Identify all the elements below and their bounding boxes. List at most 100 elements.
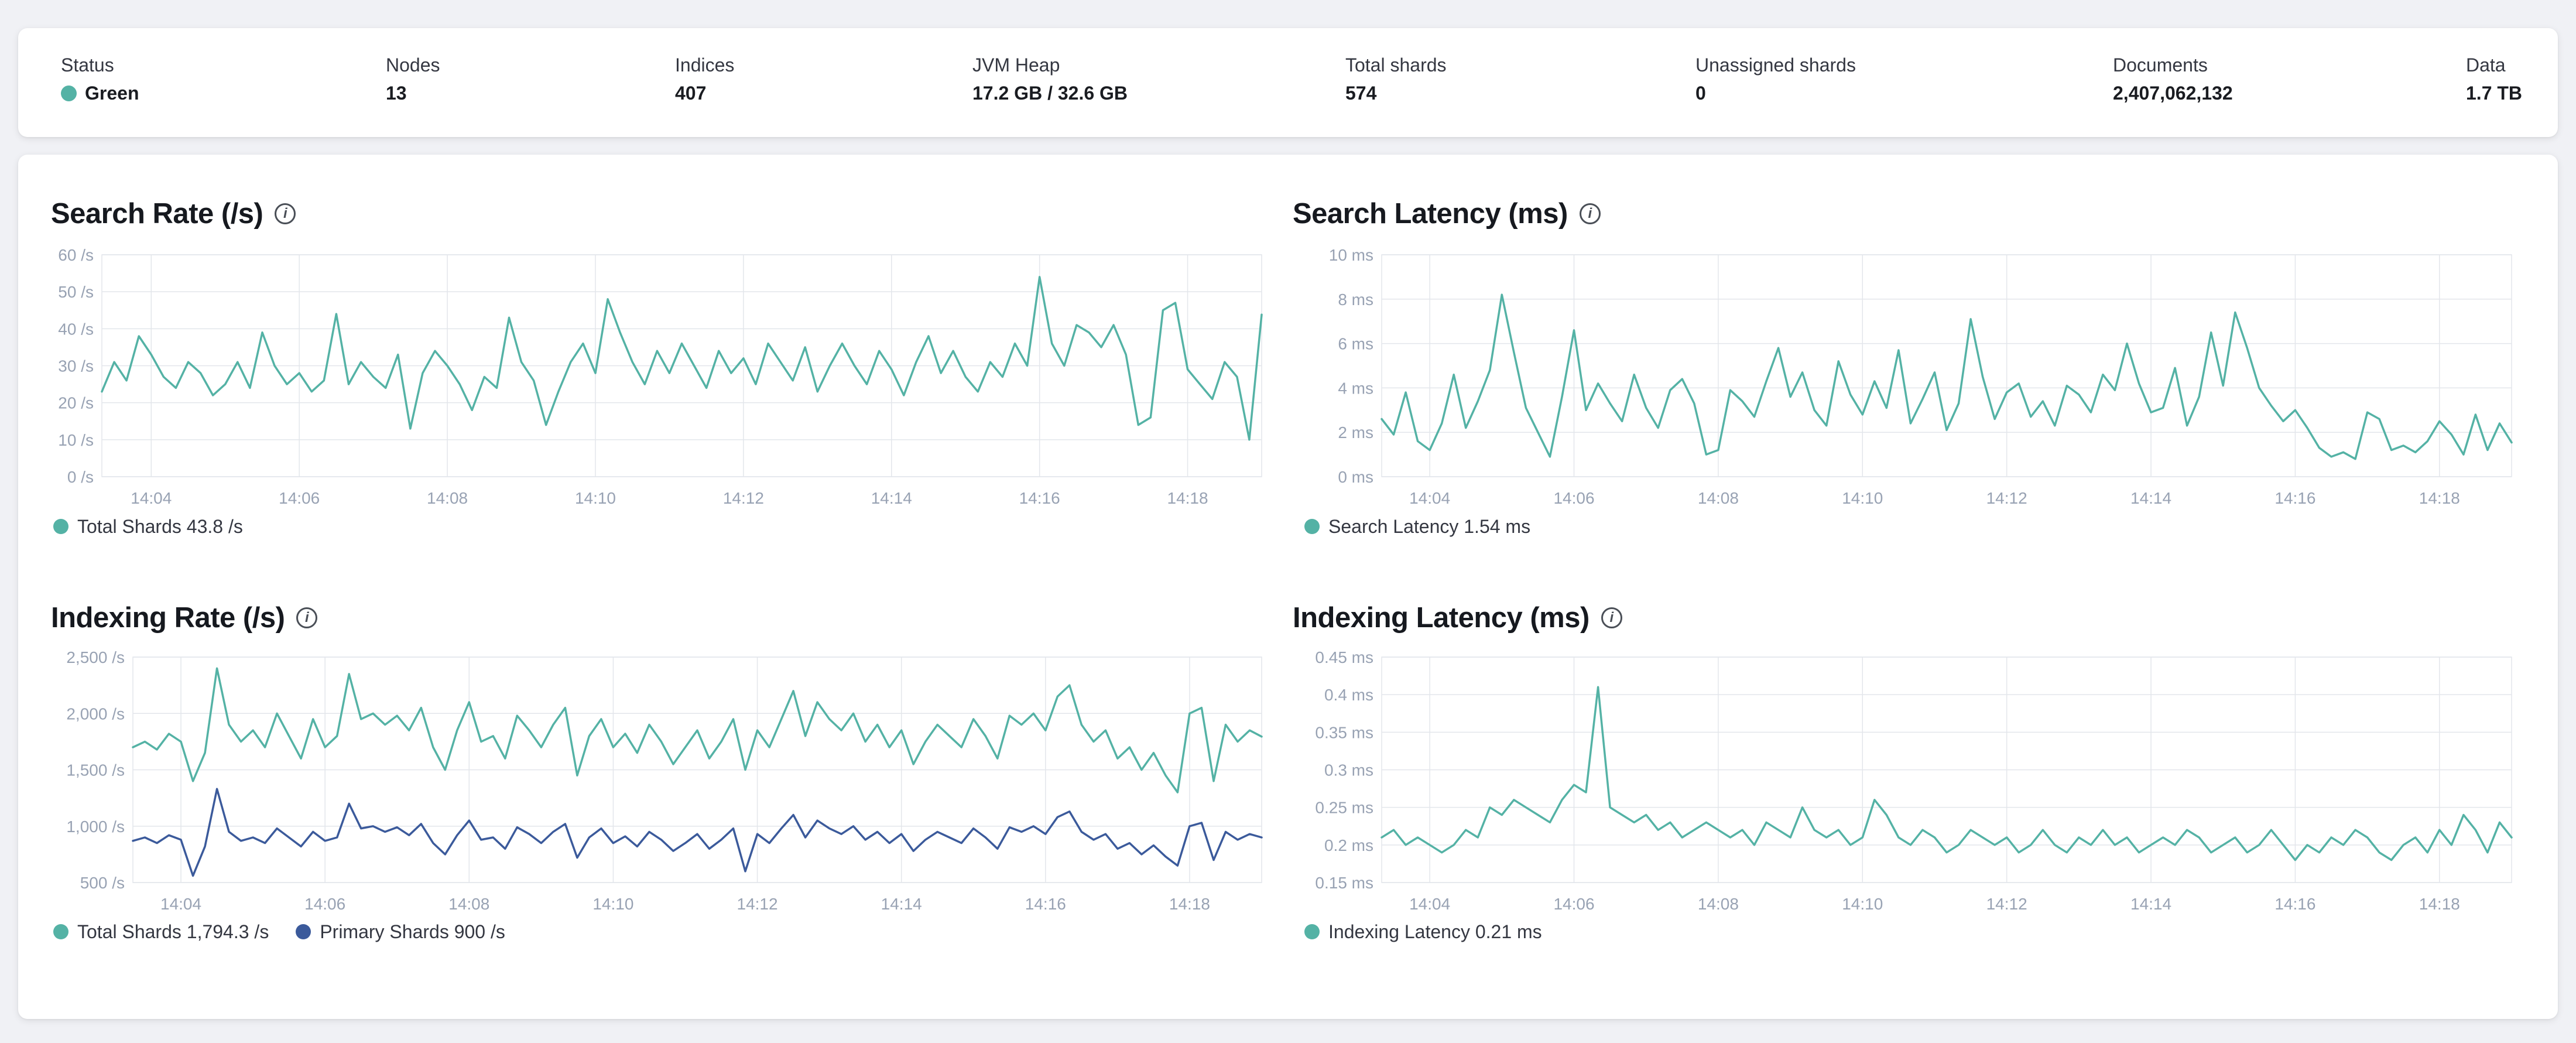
series-line-indexing-latency: [1381, 686, 2513, 861]
x-axis-label: 14:16: [1019, 489, 1060, 507]
legend-item[interactable]: Total Shards 43.8 /s: [53, 515, 243, 538]
info-icon[interactable]: i: [1601, 607, 1622, 628]
indexing-latency-chart[interactable]: 0.15 ms 0.2 ms 0.25 ms 0.3 ms 0.35 ms 0.4 ms 0…: [1293, 648, 2529, 924]
chart-module-search-latency: Search Latency (ms) i 0 ms 2 ms 4 ms 6 ms 8 …: [1293, 190, 2546, 588]
y-axis-label: 0.35 ms: [1315, 723, 1373, 741]
stat-nodes: Nodes 13: [386, 54, 440, 104]
series-line-search-latency: [1381, 293, 2513, 460]
indexing-latency-legend: Indexing Latency 0.21 ms: [1304, 921, 1542, 943]
stat-data: Data 1.7 TB: [2466, 54, 2522, 104]
legend-label: Total Shards 1,794.3 /s: [77, 921, 269, 942]
y-axis-label: 0.3 ms: [1324, 761, 1373, 779]
stat-indices: Indices 407: [675, 54, 734, 104]
stat-indices-label: Indices: [675, 54, 735, 76]
search-latency-chart[interactable]: 0 ms 2 ms 4 ms 6 ms 8 ms 10 ms 14:04 14:06 14:08…: [1293, 246, 2529, 518]
legend-item[interactable]: Indexing Latency 0.21 ms: [1304, 921, 1542, 943]
y-axis-label: 20 /s: [58, 394, 94, 412]
x-axis-label: 14:12: [1986, 895, 2027, 913]
x-axis-label: 14:18: [2419, 895, 2460, 913]
y-axis-label: 0.2 ms: [1324, 836, 1373, 854]
y-axis-label: 0 ms: [1338, 468, 1373, 486]
series-line-total-shards: [132, 667, 1263, 794]
x-axis-label: 14:08: [1698, 489, 1739, 507]
stat-total-shards-label: Total shards: [1345, 54, 1447, 76]
legend-item[interactable]: Search Latency 1.54 ms: [1304, 515, 1530, 538]
info-icon[interactable]: i: [296, 607, 318, 628]
legend-item[interactable]: Primary Shards 900 /s: [296, 921, 505, 943]
indexing-rate-legend: Total Shards 1,794.3 /s Primary Shards 90…: [53, 921, 505, 943]
stat-status: Status Green: [61, 54, 139, 104]
y-axis-label: 60 /s: [58, 246, 94, 264]
stat-status-label: Status: [61, 54, 114, 76]
x-axis-label: 14:14: [871, 489, 912, 507]
y-axis-label: 2,500 /s: [66, 648, 125, 666]
indexing-rate-chart[interactable]: 500 /s 1,000 /s 1,500 /s 2,000 /s 2,500 /s 14…: [18, 648, 1279, 924]
chart-module-indexing-rate: Indexing Rate (/s) i 500 /s 1,000 /s 1,500…: [18, 593, 1300, 1003]
chart-title-search-rate: Search Rate (/s): [51, 198, 263, 230]
stat-documents-label: Documents: [2113, 54, 2208, 76]
x-axis-label: 14:10: [575, 489, 616, 507]
x-axis-label: 14:16: [2274, 489, 2315, 507]
chart-title-indexing-latency: Indexing Latency (ms): [1293, 602, 1590, 634]
stat-jvm-heap-value: 17.2 GB / 32.6 GB: [972, 83, 1128, 104]
x-axis-label: 14:18: [1167, 489, 1208, 507]
legend-dot-icon: [1304, 924, 1320, 939]
y-axis-label: 0 /s: [67, 468, 94, 486]
x-axis-label: 14:08: [427, 489, 468, 507]
chart-header-indexing-rate: Indexing Rate (/s) i: [51, 601, 318, 635]
chart-header-search-latency: Search Latency (ms) i: [1293, 197, 1601, 231]
legend-label: Indexing Latency 0.21 ms: [1328, 921, 1542, 942]
y-axis-label: 30 /s: [58, 357, 94, 375]
y-axis-label: 2 ms: [1338, 423, 1373, 442]
y-axis-label: 0.15 ms: [1315, 874, 1373, 892]
stat-unassigned-shards-value: 0: [1695, 83, 1706, 104]
x-axis-label: 14:16: [2274, 895, 2315, 913]
y-axis-label: 40 /s: [58, 320, 94, 338]
chart-module-search-rate: Search Rate (/s) i 0 /s 10 /s 20 /s 30 /s 40…: [18, 190, 1300, 588]
plot-border: [1381, 254, 2512, 477]
x-axis-label: 14:10: [1842, 895, 1883, 913]
status-health-text: Green: [85, 83, 139, 104]
stat-indices-value: 407: [675, 83, 707, 104]
y-axis-label: 8 ms: [1338, 290, 1373, 309]
info-icon[interactable]: i: [1579, 203, 1601, 224]
legend-dot-icon: [1304, 519, 1320, 534]
y-axis-label: 4 ms: [1338, 379, 1373, 397]
stat-total-shards-value: 574: [1345, 83, 1377, 104]
stat-data-value: 1.7 TB: [2466, 83, 2523, 104]
x-axis-label: 14:08: [1698, 895, 1739, 913]
y-axis-label: 0.25 ms: [1315, 799, 1373, 817]
search-rate-chart[interactable]: 0 /s 10 /s 20 /s 30 /s 40 /s 50 /s 60 /s 14:04 1…: [18, 246, 1279, 518]
stat-status-value: Green: [61, 82, 139, 104]
stat-documents: Documents 2,407,062,132: [2113, 54, 2233, 104]
y-axis-label: 6 ms: [1338, 335, 1373, 353]
stat-data-label: Data: [2466, 54, 2506, 76]
info-icon[interactable]: i: [275, 203, 296, 224]
stat-jvm-heap: JVM Heap 17.2 GB / 32.6 GB: [972, 54, 1128, 104]
cluster-status-bar: Status Green Nodes 13 Indices 407 JVM He…: [18, 28, 2558, 137]
x-axis-label: 14:06: [304, 895, 345, 913]
x-axis-label: 14:18: [1169, 895, 1210, 913]
x-axis-label: 14:12: [737, 895, 778, 913]
x-axis-label: 14:10: [592, 895, 633, 913]
x-axis-label: 14:04: [1409, 895, 1450, 913]
stat-unassigned-shards-label: Unassigned shards: [1695, 54, 1856, 76]
x-axis-label: 14:18: [2419, 489, 2460, 507]
x-axis-label: 14:06: [1553, 895, 1594, 913]
chart-header-search-rate: Search Rate (/s) i: [51, 197, 296, 231]
y-axis-label: 1,500 /s: [66, 761, 125, 779]
legend-dot-icon: [53, 924, 68, 939]
chart-module-indexing-latency: Indexing Latency (ms) i 0.15 ms 0.2 ms 0.2…: [1293, 593, 2546, 1003]
legend-label: Primary Shards 900 /s: [320, 921, 505, 942]
x-axis-label: 14:16: [1025, 895, 1066, 913]
x-axis-label: 14:12: [1986, 489, 2027, 507]
stat-total-shards: Total shards 574: [1345, 54, 1447, 104]
x-axis-label: 14:06: [279, 489, 320, 507]
stat-nodes-label: Nodes: [386, 54, 440, 76]
y-axis-label: 0.4 ms: [1324, 686, 1373, 704]
y-axis-label: 1,000 /s: [66, 818, 125, 836]
legend-item[interactable]: Total Shards 1,794.3 /s: [53, 921, 269, 943]
x-axis-label: 14:04: [131, 489, 172, 507]
y-axis-label: 2,000 /s: [66, 705, 125, 723]
series-line-primary-shards: [132, 788, 1263, 877]
